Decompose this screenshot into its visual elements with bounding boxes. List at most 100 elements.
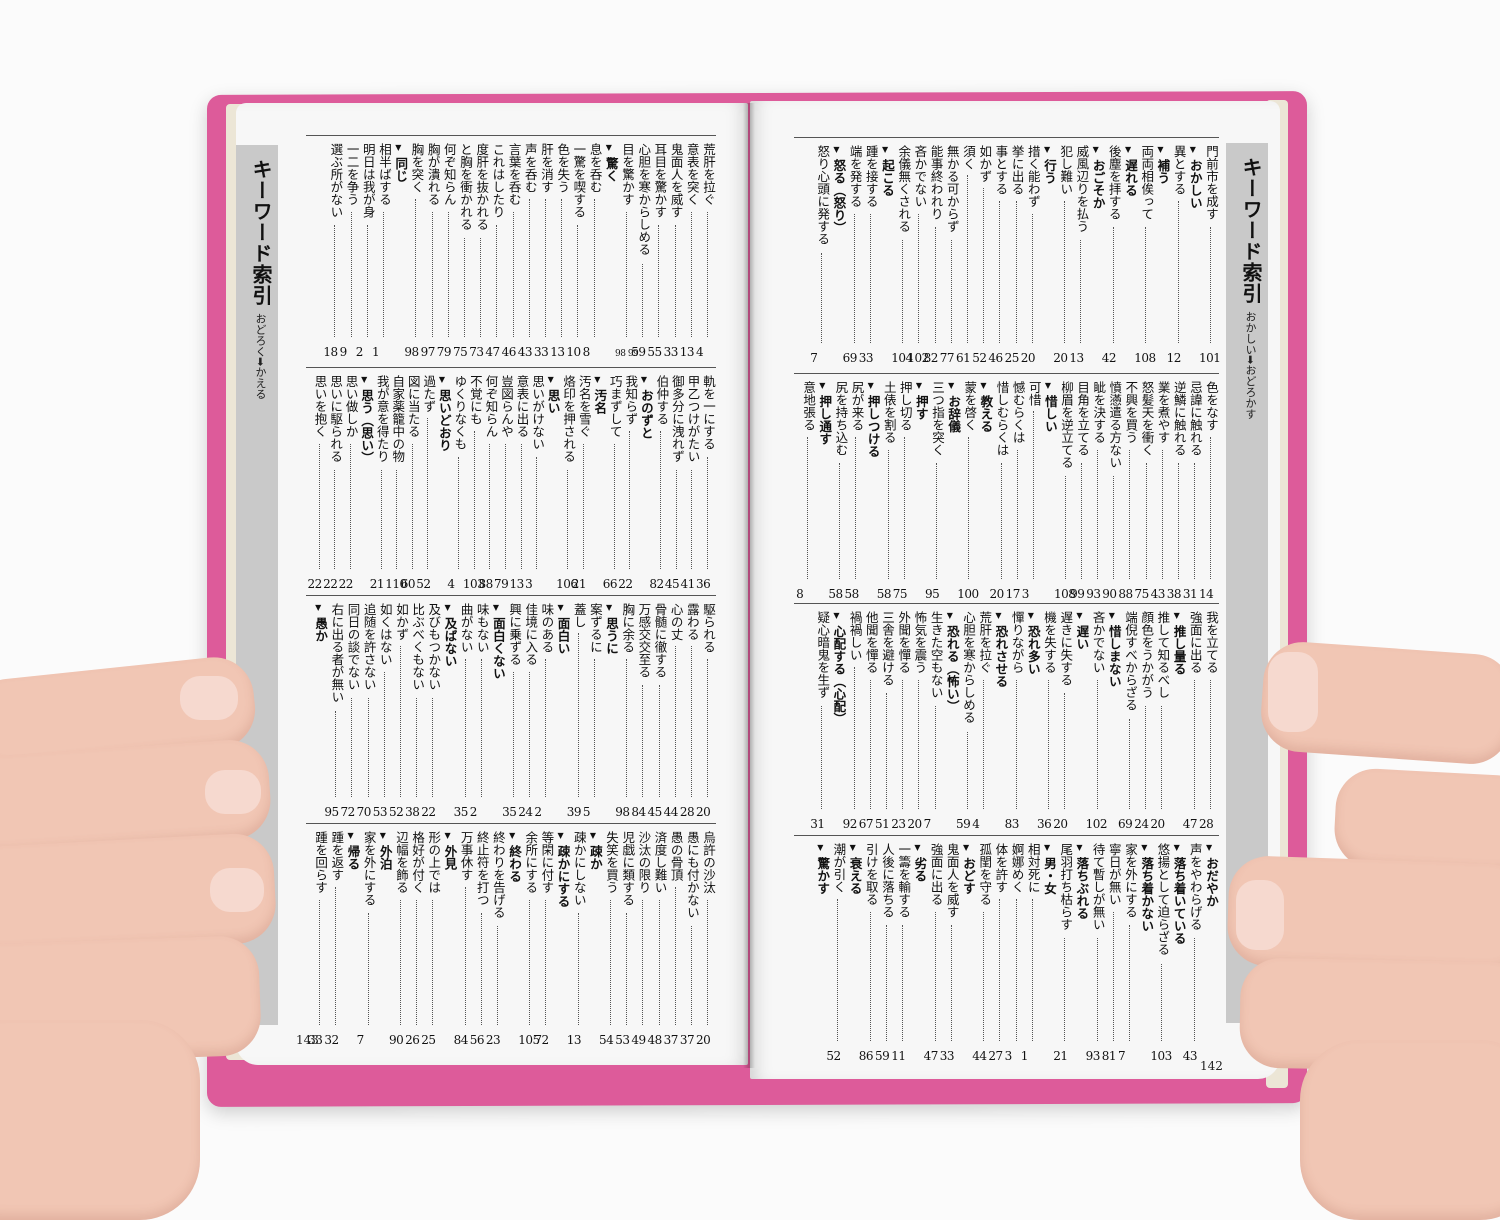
leader-line	[869, 912, 871, 1041]
index-entry: 万感交交至る	[635, 603, 651, 821]
entry-text: 寧日が無い	[1106, 843, 1122, 906]
entry-text: 如くはない	[377, 603, 393, 666]
leader-line	[577, 633, 579, 797]
entry-text: 機を失する	[1042, 611, 1057, 674]
leader-line	[626, 913, 628, 1025]
index-heading: 面白い	[555, 603, 571, 823]
index-entry: 後塵を拝する	[1106, 145, 1122, 367]
index-entry: 意表に出る	[514, 375, 530, 593]
heading-text: お辞儀	[946, 395, 962, 433]
index-heading: 惜しまない	[1106, 611, 1122, 835]
index-entry: 声を呑む	[522, 143, 538, 361]
leader-line	[1129, 450, 1131, 579]
heading-text: おかしい	[1187, 159, 1203, 209]
entry-text: 他聞を憚る	[863, 611, 879, 674]
index-heading: 押しつける	[865, 381, 881, 605]
entry-text: 如かず	[393, 603, 409, 641]
entry-text: 声をやわらげる	[1187, 843, 1203, 931]
leader-line	[674, 887, 676, 1025]
leader-line	[1161, 450, 1163, 579]
index-entry: 言葉を呑む	[506, 143, 522, 361]
left-palm	[0, 1020, 200, 1220]
leader-line	[335, 887, 337, 1025]
leader-line	[626, 659, 628, 797]
right-page: キーワード索引 おかしい➡おどろかす 142 門前市を成す101おかしい異とする…	[750, 101, 1280, 1079]
entry-text: 及びもつかない	[426, 603, 442, 691]
index-heading: 驚かす	[814, 843, 830, 1067]
entry-text: 骨髄に徹する	[652, 603, 668, 678]
leader-line	[629, 431, 631, 569]
index-entry: 思いがけない	[529, 375, 545, 593]
block-rule	[306, 595, 716, 596]
index-entry: 寧日が無い	[1106, 843, 1122, 1065]
index-entry: 過たず	[420, 375, 436, 593]
index-entry: 軌を一にする	[700, 375, 716, 593]
entry-text: 右に出る者が無い	[329, 603, 345, 703]
index-entry: 沙汰の限り	[635, 831, 651, 1049]
left-fingernail	[210, 868, 264, 912]
entry-text: 声を呑む	[522, 143, 538, 193]
entry-text: 汚名を雪ぐ	[576, 375, 592, 438]
leader-line	[821, 253, 823, 343]
heading-text: おだやか	[1204, 857, 1219, 907]
entry-text: 強面に出る	[928, 843, 944, 906]
index-entry: 踵を返す	[328, 831, 344, 1049]
entry-text: 怒髪天を衝く	[1139, 381, 1155, 456]
index-entry: 遅きに失する	[1057, 611, 1073, 833]
index-entry: 味もない	[474, 603, 490, 821]
leader-line	[968, 437, 970, 579]
index-entry: 体を許す	[992, 843, 1008, 1065]
index-entry: 家を外にする	[1122, 843, 1138, 1065]
heading-text: おのずと	[638, 389, 654, 439]
heading-text: 落ちぶれる	[1074, 857, 1090, 920]
heading-text: 面白い	[555, 617, 571, 655]
index-entry: 措く能わず	[1025, 145, 1041, 367]
index-heading: 補う	[1154, 145, 1170, 369]
entry-text: 尻を持ち込む	[833, 381, 849, 456]
leader-line	[399, 646, 401, 797]
heading-text: 怒る（怒り）	[831, 159, 847, 234]
index-entry: 土俵を割る	[881, 381, 897, 603]
entry-text: 烏許の沙汰	[701, 831, 716, 894]
leader-line	[658, 685, 660, 797]
leader-line	[496, 225, 498, 337]
index-entry: 惜しむらくは	[994, 381, 1010, 603]
leader-line	[1000, 463, 1002, 579]
index-entry: 待て暫しが無い	[1090, 843, 1106, 1065]
entry-text: 過たず	[421, 375, 437, 413]
index-entry: 失笑を買う	[603, 831, 619, 1049]
leader-line	[610, 900, 612, 1025]
leader-line	[660, 431, 662, 569]
index-entry: 烏許の沙汰	[700, 831, 716, 1049]
leader-line	[1161, 964, 1163, 1041]
heading-text: 同じ	[393, 157, 409, 182]
entry-text: 悠揚として迫らざる	[1155, 843, 1171, 956]
entry-text: 荒肝を拉ぐ	[701, 143, 716, 206]
leader-line	[690, 212, 692, 337]
entry-text: 三つ指を突く	[930, 381, 946, 456]
leader-line	[383, 672, 385, 797]
index-entry: 憤懣遣る方ない	[1106, 381, 1122, 603]
entry-text: 露わる	[684, 603, 700, 641]
index-entry: 事とする	[992, 145, 1008, 367]
index-entry: 強面に出る	[928, 843, 944, 1065]
leader-line	[334, 470, 336, 569]
leader-line	[464, 659, 466, 797]
index-entry: 余儀無くされる	[895, 145, 911, 367]
leader-line	[707, 212, 708, 337]
entry-text: 逆鱗に触れる	[1171, 381, 1187, 456]
index-entry: 肝を消す	[538, 143, 554, 361]
index-entry: 選ぶ所がない	[327, 143, 343, 361]
leader-line	[1129, 925, 1130, 1041]
entry-text: 吝かでない	[1090, 611, 1106, 674]
entry-text: 踵を接する	[863, 145, 879, 208]
index-entry: 追随を許さない	[361, 603, 377, 821]
leader-line	[674, 646, 676, 797]
index-heading: おのずと	[638, 375, 654, 595]
leader-line	[396, 470, 398, 569]
leader-line	[902, 680, 904, 809]
entry-text: 家を外にする	[1123, 843, 1138, 918]
entry-text: 目角を立てる	[1075, 381, 1091, 456]
entry-text: 禍禍しい	[847, 611, 863, 661]
leader-line	[1015, 680, 1017, 809]
